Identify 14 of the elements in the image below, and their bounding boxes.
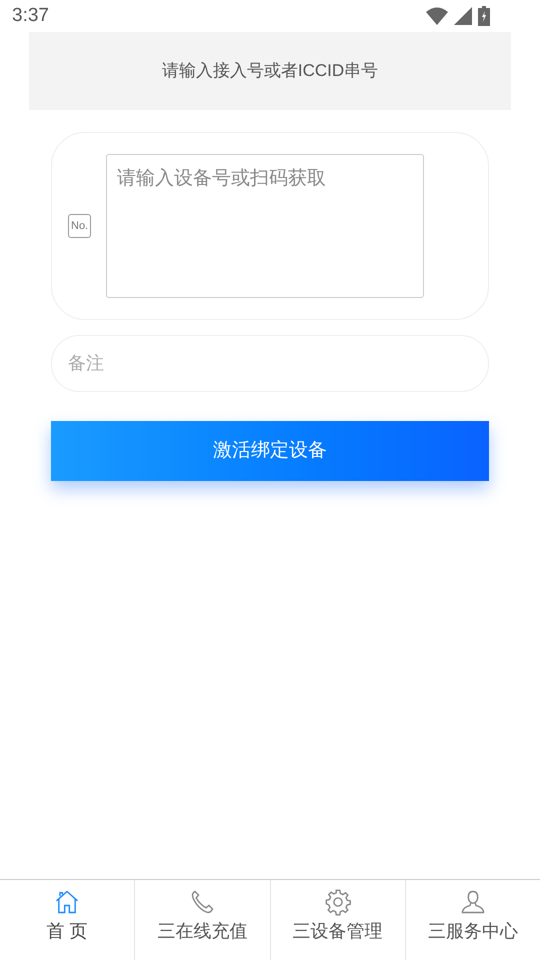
- iccid-banner[interactable]: 请输入接入号或者ICCID串号: [29, 32, 511, 110]
- signal-icon: [454, 7, 472, 25]
- battery-icon: [478, 6, 490, 26]
- activate-button[interactable]: 激活绑定设备: [51, 421, 489, 481]
- device-number-field[interactable]: 请输入设备号或扫码获取: [106, 154, 424, 298]
- tab[interactable]: 三设备管理: [270, 880, 405, 960]
- settings-icon: [324, 888, 352, 916]
- tab[interactable]: 三在线充值: [134, 880, 270, 960]
- number-badge: No.: [68, 214, 92, 238]
- tab[interactable]: 首 页: [0, 880, 134, 960]
- remark-field[interactable]: 备注: [51, 335, 489, 392]
- tab[interactable]: 三服务中心: [404, 880, 540, 960]
- status-time: 3:37: [12, 4, 49, 28]
- wifi-icon: [426, 7, 448, 25]
